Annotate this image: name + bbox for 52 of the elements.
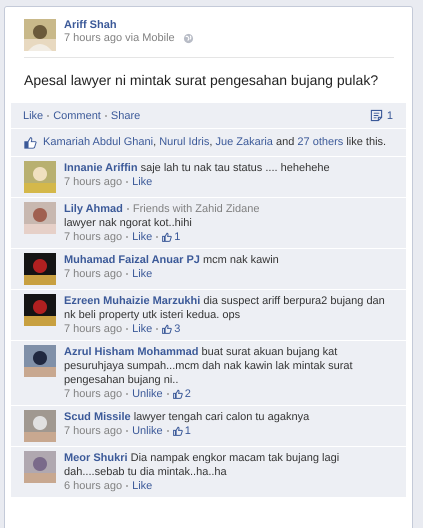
friends-note: Friends with Zahid Zidane (132, 203, 260, 215)
commenter-name[interactable]: Meor Shukri (64, 452, 128, 464)
action-link[interactable]: Share (110, 110, 140, 122)
like-count[interactable]: 2 (184, 387, 191, 401)
commenter-name[interactable]: Innanie Ariffin (64, 162, 138, 174)
thumbs-up-icon (172, 389, 183, 399)
comment-time: 7 hours ago (64, 230, 122, 244)
comment-text: Scud Missile lawyer tengah cari calon tu agaknya (64, 410, 310, 424)
liker-link[interactable]: 27 others (297, 136, 344, 148)
like-link[interactable]: Unlike (132, 387, 163, 401)
like-count[interactable]: 1 (174, 230, 180, 244)
like-count[interactable]: 1 (184, 424, 191, 438)
like-count[interactable]: 3 (174, 322, 180, 336)
post-text: Apesal lawyer ni mintak surat pengesahan bujang pulak? (23, 71, 380, 90)
author-name[interactable]: Ariff Shah (64, 19, 194, 31)
comment-time: 7 hours ago (64, 267, 122, 281)
commenter-name[interactable]: Muhamad Faizal Anuar PJ (64, 254, 200, 266)
comment-text: Meor Shukri Dia nampak engkor macam tak bujang lagi dah....sebab tu dia mintak..ha..ha (64, 451, 340, 479)
commenter-name[interactable]: Scud Missile (64, 411, 131, 423)
thumbs-up-icon (172, 426, 183, 436)
globe-icon (182, 32, 194, 44)
comment-text: Azrul Hisham Mohammad buat surat akuan bujang kat pesuruhjaya sumpah...mcm dah nak kawin lak mintak surat pengesahan bujang ni.. (64, 345, 354, 387)
like-link[interactable]: Unlike (132, 424, 163, 438)
likes-sentence: Kamariah Abdul Ghani, Nurul Idris, Jue Zakaria and 27 others like this. (43, 135, 386, 150)
liker-link[interactable]: Jue Zakaria (215, 136, 273, 148)
comment-time: 7 hours ago (64, 175, 122, 189)
comment-time: 7 hours ago (64, 322, 122, 336)
comment-time: 7 hours ago (64, 424, 122, 438)
comment-text: lawyer nak ngorat kot..hihi (64, 216, 193, 230)
post-time: 7 hours ago via Mobile (64, 32, 175, 44)
commenter-name[interactable]: Azrul Hisham Mohammad (64, 346, 198, 358)
like-link[interactable]: Like (132, 322, 152, 336)
comment-time: 7 hours ago (64, 387, 122, 401)
liker-link[interactable]: Kamariah Abdul Ghani (43, 136, 154, 148)
liker-link[interactable]: Nurul Idris (159, 136, 210, 148)
comment-icon (370, 109, 383, 122)
commenter-name[interactable]: Lily Ahmad (64, 203, 123, 215)
comment-text: Muhamad Faizal Anuar PJ mcm nak kawin (64, 253, 279, 267)
thumbs-up-icon (24, 136, 37, 149)
thumbs-up-icon (162, 232, 172, 242)
comment-time: 6 hours ago (64, 479, 122, 493)
like-link[interactable]: Like (132, 175, 152, 189)
thumbs-up-icon (162, 324, 172, 334)
like-link[interactable]: Like (132, 479, 152, 493)
action-link[interactable]: Comment (53, 110, 101, 122)
like-link[interactable]: Like (132, 267, 152, 281)
commenter-name[interactable]: Ezreen Muhaizie Marzukhi (64, 295, 200, 307)
like-link[interactable]: Like (132, 230, 152, 244)
comment-text: Ezreen Muhaizie Marzukhi dia suspect ariff berpura2 bujang dan nk beli property utk isteri kedua. ops (64, 294, 386, 322)
comment-count: 1 (386, 110, 393, 122)
action-link[interactable]: Like (23, 110, 44, 122)
comment-text: Innanie Ariffin saje lah tu nak tau status .... hehehehe (64, 161, 330, 175)
